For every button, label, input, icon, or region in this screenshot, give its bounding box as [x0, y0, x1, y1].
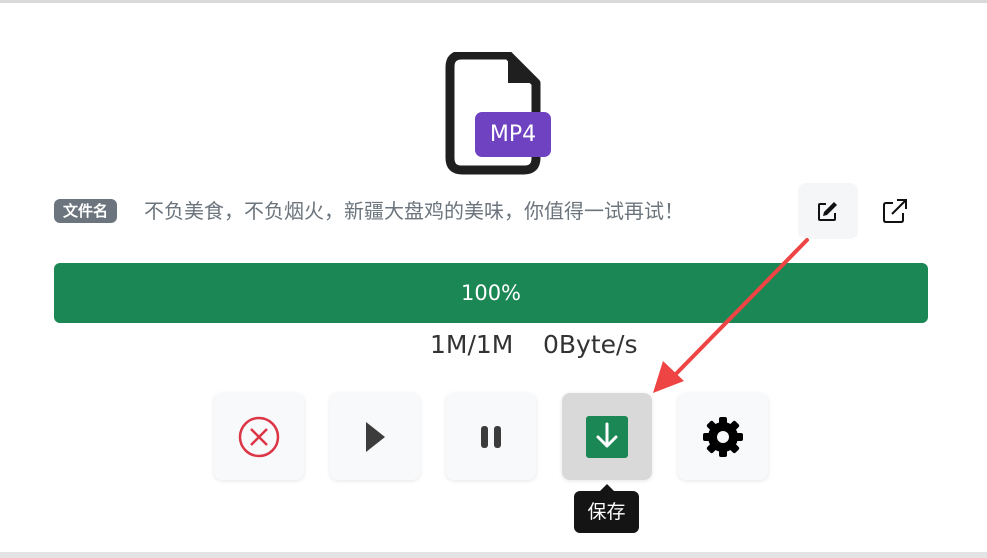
edit-icon	[818, 202, 837, 221]
file-type-icon: MP4	[444, 52, 556, 178]
x-circle-icon	[238, 416, 280, 457]
download-progress-bar: 100%	[54, 263, 928, 323]
pause-icon	[481, 425, 501, 448]
file-type-badge: MP4	[475, 112, 551, 157]
tooltip-arrow	[600, 484, 614, 491]
cancel-button[interactable]	[214, 393, 304, 480]
pause-button[interactable]	[446, 393, 536, 480]
settings-button[interactable]	[678, 393, 768, 480]
top-border	[0, 0, 987, 3]
filename-row: 文件名 不负美食，不负烟火，新疆大盘鸡的美味，你值得一试再试！	[54, 183, 944, 239]
progress-percent-text: 100%	[460, 281, 522, 305]
gear-icon	[703, 416, 743, 457]
save-button[interactable]	[562, 393, 652, 480]
open-external-button[interactable]	[882, 198, 910, 226]
external-link-icon	[883, 199, 907, 223]
filename-label-badge: 文件名	[54, 199, 118, 223]
play-icon	[366, 421, 385, 452]
bottom-border	[0, 552, 987, 558]
filename-text: 不负美食，不负烟火，新疆大盘鸡的美味，你值得一试再试！	[144, 199, 684, 223]
edit-filename-button[interactable]	[798, 183, 858, 239]
save-tooltip: 保存	[574, 491, 639, 533]
download-speed-text: 0Byte/s	[543, 330, 638, 359]
download-size-text: 1M/1M	[430, 330, 514, 359]
download-icon	[586, 415, 628, 458]
play-button[interactable]	[330, 393, 420, 480]
